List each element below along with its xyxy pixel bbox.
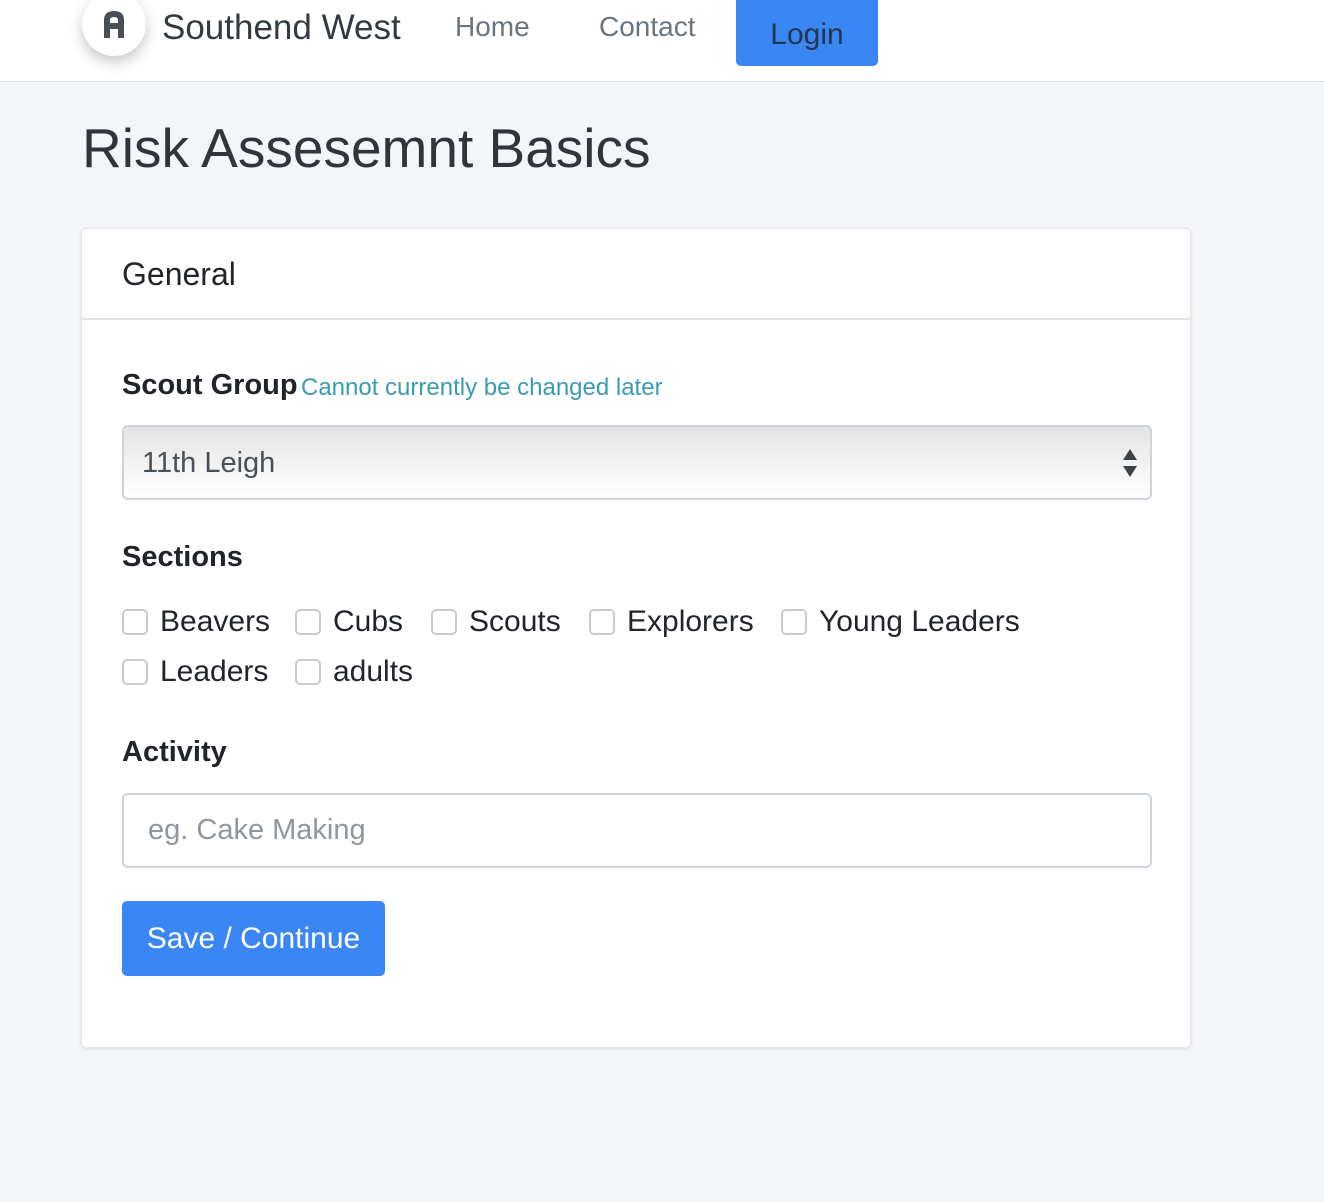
- checkbox[interactable]: [431, 609, 457, 635]
- scout-group-select[interactable]: 11th Leigh: [122, 425, 1152, 500]
- scout-group-hint: Cannot currently be changed later: [301, 374, 663, 401]
- card-header: General: [82, 229, 1190, 320]
- checkbox-label: Scouts: [469, 605, 561, 638]
- section-option-scouts[interactable]: Scouts: [431, 605, 561, 638]
- checkbox[interactable]: [295, 659, 321, 685]
- scout-group-label: Scout Group: [122, 369, 298, 401]
- top-navbar: Southend West Home Contact Login: [0, 0, 1324, 82]
- section-option-beavers[interactable]: Beavers: [122, 605, 271, 638]
- activity-label: Activity: [122, 736, 227, 768]
- section-option-adults[interactable]: adults: [295, 655, 414, 688]
- save-continue-button[interactable]: Save / Continue: [122, 901, 385, 976]
- sections-label: Sections: [122, 541, 243, 573]
- checkbox[interactable]: [122, 609, 148, 635]
- checkbox[interactable]: [781, 609, 807, 635]
- login-button[interactable]: Login: [736, 0, 878, 66]
- section-option-cubs[interactable]: Cubs: [295, 605, 404, 638]
- page-title: Risk Assesemnt Basics: [82, 117, 651, 179]
- checkbox-label: Cubs: [333, 605, 404, 638]
- nav-link-contact[interactable]: Contact: [599, 11, 696, 43]
- section-option-young-leaders[interactable]: Young Leaders: [781, 605, 1020, 638]
- checkbox-label: Young Leaders: [819, 605, 1020, 638]
- checkbox[interactable]: [589, 609, 615, 635]
- scout-group-selected-value: 11th Leigh: [142, 447, 276, 479]
- checkbox-label: Leaders: [160, 655, 269, 688]
- app-logo-icon[interactable]: [82, 0, 146, 56]
- checkbox-label: adults: [333, 655, 414, 688]
- section-option-explorers[interactable]: Explorers: [589, 605, 754, 638]
- activity-input[interactable]: [122, 793, 1152, 868]
- nav-link-home[interactable]: Home: [455, 11, 530, 43]
- general-card: General Scout Group Cannot currently be …: [81, 228, 1191, 1048]
- checkbox-label: Explorers: [627, 605, 754, 638]
- checkbox[interactable]: [122, 659, 148, 685]
- section-option-leaders[interactable]: Leaders: [122, 655, 269, 688]
- checkbox-label: Beavers: [160, 605, 271, 638]
- checkbox[interactable]: [295, 609, 321, 635]
- select-arrows-icon: [1122, 447, 1138, 479]
- card-title: General: [122, 256, 236, 292]
- brand-name[interactable]: Southend West: [162, 8, 401, 48]
